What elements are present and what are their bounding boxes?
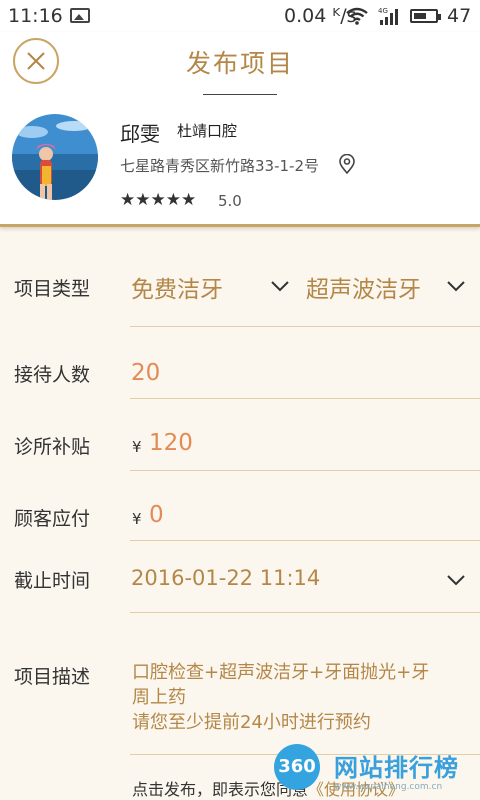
battery-level: 47 [447,5,472,27]
capacity-input[interactable]: 20 [131,360,160,386]
divider [130,398,480,399]
watermark: 360 网站排行榜 www.wzpaihang.com.cn [262,740,480,800]
project-item-select[interactable]: 超声波洁牙 [306,270,421,304]
customer-pay-label: 顾客应付 [14,508,91,530]
watermark-badge: 360 [274,744,320,790]
network-type: 4G [378,7,388,15]
title-underline [203,94,277,95]
currency-symbol: ¥ [132,438,142,456]
description-line: 口腔检查+超声波洁牙+牙面抛光+牙 [132,662,430,683]
description-line: 请您至少提前24小时进行预约 [132,712,371,733]
watermark-text: 网站排行榜 [334,754,459,782]
status-bar: 11:16 0.04 ᴷ/s 4G 47 [0,0,480,32]
status-time: 11:16 [8,5,63,27]
currency-symbol: ¥ [132,510,142,528]
project-category-select[interactable]: 免费洁牙 [131,270,223,304]
description-line: 周上药 [132,687,186,708]
chevron-down-icon[interactable] [446,574,466,586]
clinic-subsidy-input[interactable]: 120 [149,430,193,456]
watermark-url: www.wzpaihang.com.cn [334,782,443,792]
rating-value: 5.0 [218,192,242,210]
customer-pay-input[interactable]: 0 [149,502,164,528]
project-type-label: 项目类型 [14,278,91,300]
capacity-row: 接待人数 20 [0,340,480,400]
chevron-down-icon[interactable] [270,280,290,292]
location-pin-icon[interactable] [338,154,356,174]
description-label: 项目描述 [14,666,91,688]
rating-stars: ★★★★★ [120,190,197,210]
signal-icon: 4G [378,7,398,25]
battery-icon [410,9,441,23]
image-notification-icon [70,8,90,23]
customer-pay-row: 顾客应付 ¥ 0 [0,486,480,546]
clinic-subsidy-label: 诊所补贴 [14,436,91,458]
deadline-picker[interactable]: 2016-01-22 11:14 [131,566,320,590]
divider [130,612,480,613]
clinic-address: 七星路青秀区新竹路33-1-2号 [120,157,320,175]
divider [130,326,480,327]
divider [130,540,480,541]
chevron-down-icon[interactable] [446,280,466,292]
deadline-row: 截止时间 2016-01-22 11:14 [0,556,480,616]
deadline-label: 截止时间 [14,570,91,592]
clinic-name: 杜靖口腔 [177,122,238,140]
project-type-row: 项目类型 免费洁牙 超声波洁牙 [0,262,480,328]
wifi-icon [346,7,368,25]
divider [130,470,480,471]
description-textarea[interactable]: 口腔检查+超声波洁牙+牙面抛光+牙 周上药 请您至少提前24小时进行预约 [132,660,472,735]
clinic-subsidy-row: 诊所补贴 ¥ 120 [0,414,480,474]
page-title: 发布项目 [185,49,294,78]
header-card: 发布项目 邱雯 杜靖口腔 七星路青秀区新竹路33-1-2号 ★★★★★ 5.0 [0,32,480,227]
avatar [12,114,98,200]
capacity-label: 接待人数 [14,364,91,386]
user-name: 邱雯 [120,122,160,146]
